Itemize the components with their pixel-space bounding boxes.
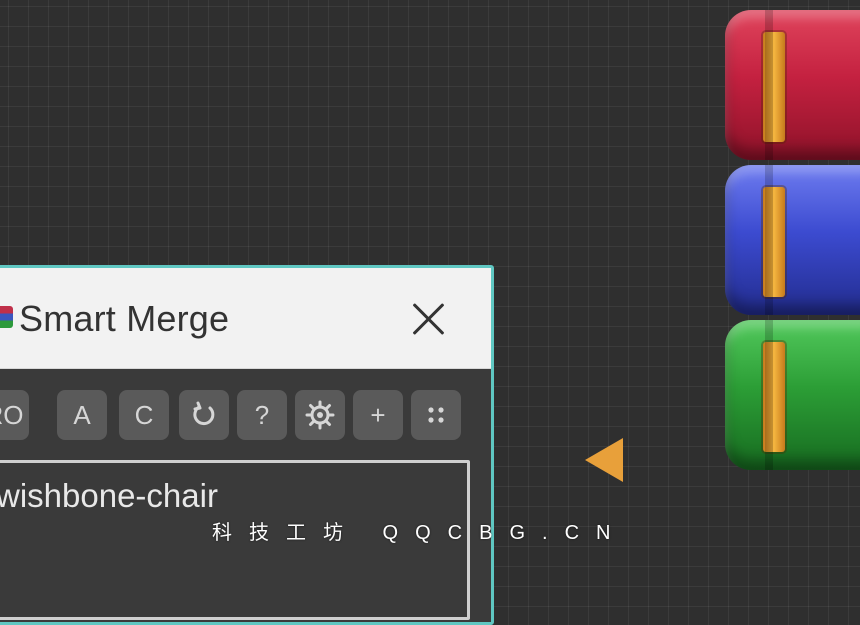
smart-merge-dialog: Smart Merge RO A C ? (0, 265, 494, 625)
grid-dots-icon (428, 407, 444, 423)
plus-icon: + (370, 399, 386, 430)
close-icon[interactable] (409, 298, 449, 338)
book-label-icon (763, 32, 785, 142)
help-button[interactable]: ? (237, 390, 287, 440)
name-input-value: wishbone-chair (0, 477, 218, 514)
refresh-icon (193, 401, 215, 426)
dialog-toolbar: RO A C ? (0, 386, 491, 442)
settings-button[interactable] (295, 390, 345, 440)
c-button-label: C (134, 399, 154, 430)
a-button-label: A (73, 399, 91, 430)
gear-icon (305, 400, 335, 430)
watermark-text: 科技工坊 QQCBG.CN (212, 522, 628, 544)
refresh-button[interactable] (179, 390, 229, 440)
more-button[interactable] (411, 390, 461, 440)
ro-button-label: RO (0, 399, 24, 430)
dialog-titlebar: Smart Merge (0, 268, 491, 369)
blue-book-icon (725, 165, 860, 315)
triangle-left-icon[interactable] (585, 438, 623, 482)
book-label-icon (763, 342, 785, 452)
add-button[interactable]: + (353, 390, 403, 440)
a-button[interactable]: A (57, 390, 107, 440)
app-logo-icon (0, 306, 13, 328)
c-button[interactable]: C (119, 390, 169, 440)
help-icon: ? (254, 399, 270, 430)
book-label-icon (763, 187, 785, 297)
green-book-icon (725, 320, 860, 470)
ro-button[interactable]: RO (0, 390, 29, 440)
red-book-icon (725, 10, 860, 160)
dialog-title: Smart Merge (19, 298, 230, 339)
